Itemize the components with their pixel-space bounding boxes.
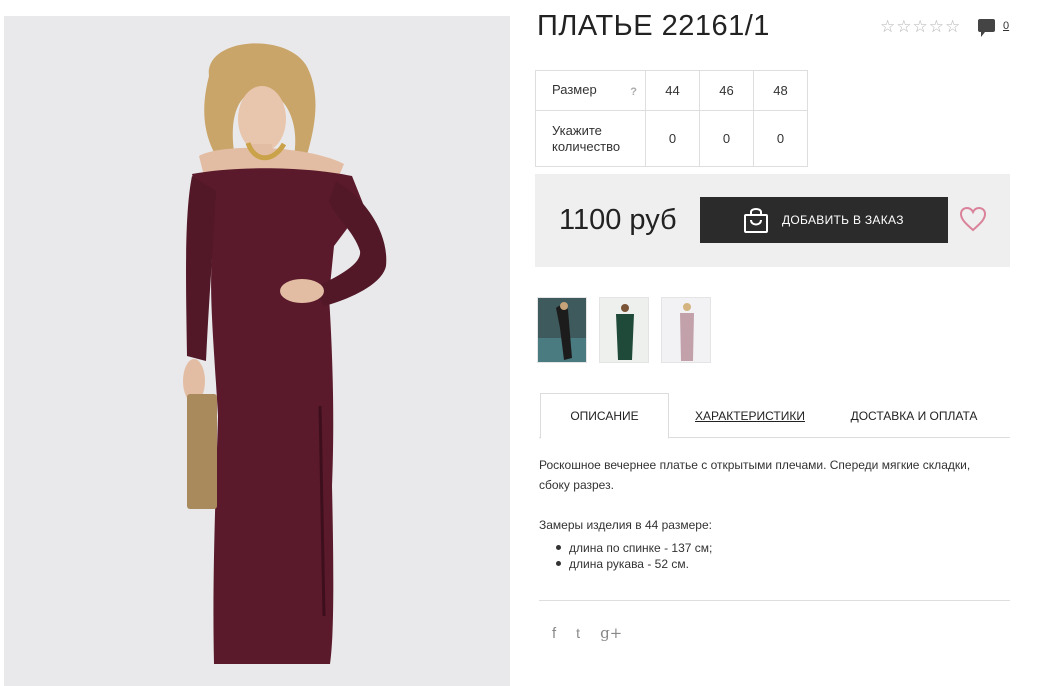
size-label-cell: Размер ? (535, 70, 646, 111)
tab-characteristics[interactable]: ХАРАКТЕРИСТИКИ (689, 393, 811, 438)
shopping-bag-icon (744, 208, 768, 233)
add-to-order-label: ДОБАВИТЬ В ЗАКАЗ (782, 213, 904, 227)
star-icon[interactable]: ☆ (929, 18, 944, 35)
quantity-label: Укажите количество (535, 110, 646, 167)
buy-box: 1100 руб ДОБАВИТЬ В ЗАКАЗ (535, 174, 1010, 267)
comment-icon (978, 19, 995, 37)
thumbnail-3[interactable] (661, 297, 711, 363)
social-share: f t g+ (552, 624, 622, 642)
list-item: длина по спинке - 137 см; (556, 540, 712, 556)
size-help-icon[interactable]: ? (630, 84, 637, 100)
price: 1100 руб (559, 204, 677, 236)
description-text: Роскошное вечернее платье с открытыми пл… (539, 458, 971, 492)
star-icon[interactable]: ☆ (913, 18, 928, 35)
thumbnail-gallery (537, 297, 711, 363)
size-48: 48 (753, 70, 808, 111)
google-plus-icon[interactable]: g+ (600, 624, 622, 642)
rating-stars[interactable]: ☆ ☆ ☆ ☆ ☆ (880, 18, 960, 35)
product-tabs: ОПИСАНИЕ ХАРАКТЕРИСТИКИ ДОСТАВКА И ОПЛАТ… (539, 393, 1010, 439)
size-label: Размер (552, 81, 597, 97)
tab-delivery-payment[interactable]: ДОСТАВКА И ОПЛАТА (845, 393, 983, 438)
thumbnail-1[interactable] (537, 297, 587, 363)
comments-link[interactable]: 0 (978, 19, 1009, 37)
quantity-input-48[interactable]: 0 (753, 110, 808, 167)
star-icon[interactable]: ☆ (896, 18, 911, 35)
measurements-list: длина по спинке - 137 см; длина рукава -… (556, 540, 712, 572)
quantity-input-44[interactable]: 0 (645, 110, 700, 167)
size-quantity-table: Размер ? 44 46 48 Укажите количество 0 0… (535, 70, 808, 167)
star-icon[interactable]: ☆ (945, 18, 960, 35)
star-icon[interactable]: ☆ (880, 18, 895, 35)
list-item: длина рукава - 52 см. (556, 556, 712, 572)
size-46: 46 (699, 70, 754, 111)
thumbnail-2[interactable] (599, 297, 649, 363)
measurements-title: Замеры изделия в 44 размере: (539, 518, 712, 532)
tab-description[interactable]: ОПИСАНИЕ (540, 393, 669, 439)
main-product-image[interactable] (4, 16, 510, 686)
comments-count[interactable]: 0 (1003, 20, 1009, 32)
divider (539, 600, 1010, 601)
heart-icon[interactable] (959, 205, 987, 233)
facebook-icon[interactable]: f (552, 625, 556, 642)
quantity-input-46[interactable]: 0 (699, 110, 754, 167)
size-44: 44 (645, 70, 700, 111)
twitter-icon[interactable]: t (576, 625, 580, 641)
add-to-order-button[interactable]: ДОБАВИТЬ В ЗАКАЗ (700, 197, 948, 243)
product-title: ПЛАТЬЕ 22161/1 (537, 10, 770, 42)
